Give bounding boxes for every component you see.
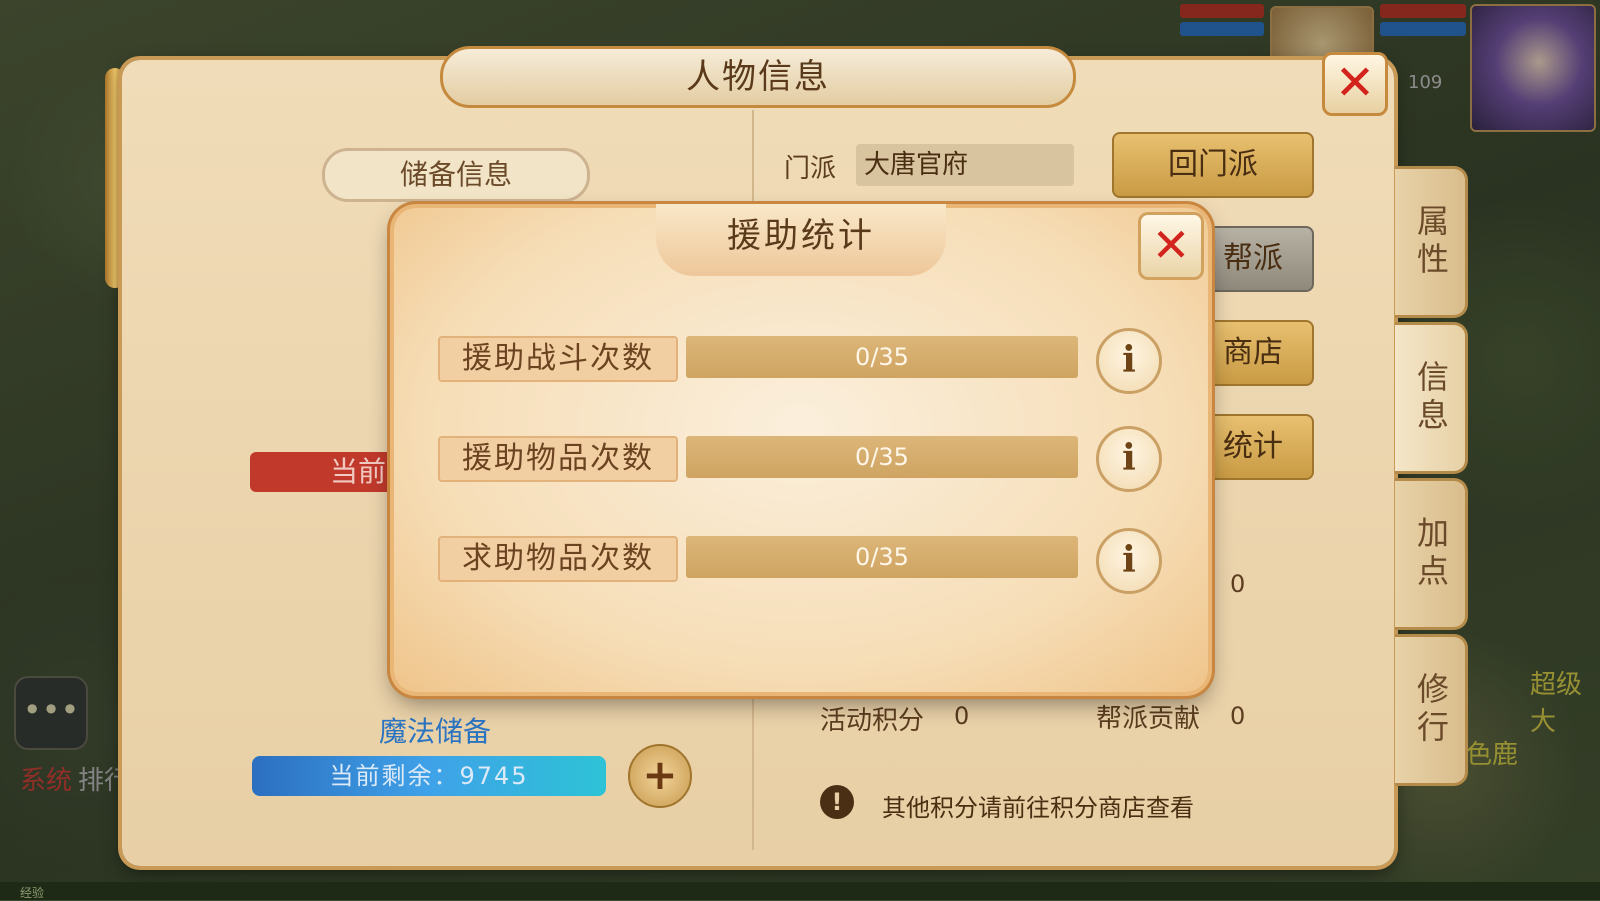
exclamation-icon: ! xyxy=(820,785,854,819)
info-icon[interactable]: i xyxy=(1096,528,1162,594)
magic-reserve-title: 魔法储备 xyxy=(378,715,491,748)
plus-icon[interactable]: + xyxy=(628,744,692,808)
panel-title: 人物信息 xyxy=(440,46,1076,108)
activity-points-label: 活动积分 xyxy=(820,706,925,736)
assist-battle-count: 0/35 xyxy=(855,343,909,371)
sect-value: 大唐官府 xyxy=(856,144,1074,186)
tab-cultivation[interactable]: 修行 xyxy=(1395,634,1468,786)
request-item-label: 求助物品次数 xyxy=(438,536,678,582)
tab-attributes[interactable]: 属性 xyxy=(1395,166,1468,318)
guild-contribution-label: 帮派贡献 xyxy=(1096,704,1201,734)
activity-points-value: 0 xyxy=(954,702,970,730)
close-icon[interactable]: ✕ xyxy=(1138,212,1204,280)
info-icon[interactable]: i xyxy=(1096,328,1162,394)
assist-stats-modal: 援助统计 ✕ 援助战斗次数 0/35 i 援助物品次数 0/35 i 求助物品次… xyxy=(394,204,1208,692)
xp-label: 经验 xyxy=(20,886,45,900)
request-item-count: 0/35 xyxy=(855,543,909,571)
reserve-info-tab[interactable]: 储备信息 xyxy=(322,148,590,202)
tab-add-points[interactable]: 加点 xyxy=(1395,478,1468,630)
assist-battle-progress: 0/35 xyxy=(686,336,1078,378)
mana-reserve-bar: 当前剩余：9745 xyxy=(252,756,606,796)
assist-item-count: 0/35 xyxy=(855,443,909,471)
return-sect-button[interactable]: 回门派 xyxy=(1112,132,1314,198)
tab-info[interactable]: 信息 xyxy=(1395,322,1468,474)
sect-label: 门派 xyxy=(784,154,837,184)
xp-strip xyxy=(0,882,1600,900)
guild-contribution-value: 0 xyxy=(1230,702,1246,730)
assist-item-progress: 0/35 xyxy=(686,436,1078,478)
info-icon[interactable]: i xyxy=(1096,426,1162,492)
assist-item-label: 援助物品次数 xyxy=(438,436,678,482)
current-hp-bar: 当前 xyxy=(250,452,400,492)
assist-battle-label: 援助战斗次数 xyxy=(438,336,678,382)
hidden-stat-value: 0 xyxy=(1230,570,1246,598)
points-notice: 其他积分请前往积分商店查看 xyxy=(882,794,1194,822)
close-icon[interactable]: ✕ xyxy=(1322,52,1388,116)
modal-title: 援助统计 xyxy=(656,204,946,276)
request-item-progress: 0/35 xyxy=(686,536,1078,578)
